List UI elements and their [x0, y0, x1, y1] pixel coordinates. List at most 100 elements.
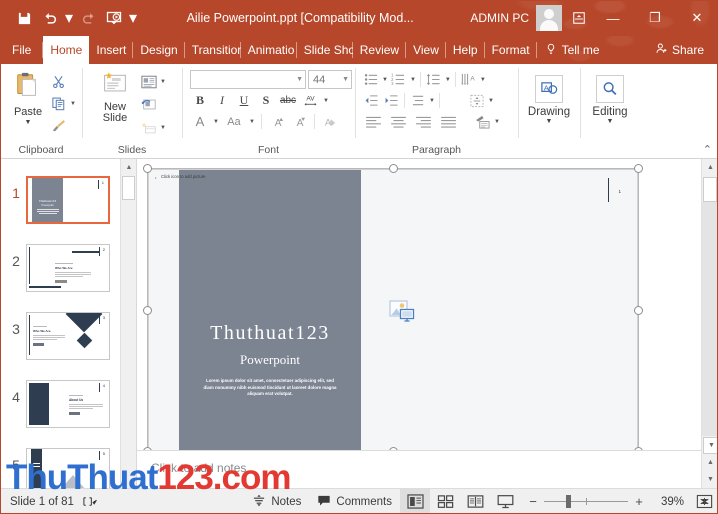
- zoom-out-button[interactable]: −: [526, 494, 540, 509]
- tab-animations[interactable]: Animatio: [241, 36, 297, 64]
- increase-font-size-button[interactable]: A: [267, 112, 287, 131]
- decrease-indent-button[interactable]: [361, 91, 381, 110]
- editing-caret[interactable]: ▼: [607, 118, 614, 126]
- underline-button[interactable]: U: [234, 91, 254, 110]
- font-size-caret[interactable]: ▼: [338, 76, 349, 83]
- slide-thumbnail-3[interactable]: Who We Are 3: [26, 312, 110, 360]
- previous-slide-icon[interactable]: ▲: [702, 454, 718, 471]
- slide-title[interactable]: Thuthuat123: [181, 322, 359, 345]
- notes-pane[interactable]: Click to add notes: [137, 450, 701, 488]
- slide-thumbnail-1[interactable]: Thuthuat123 Powerpoint 1: [26, 176, 110, 224]
- normal-view-icon[interactable]: [400, 488, 430, 514]
- picture-placeholder-icon[interactable]: [389, 300, 415, 329]
- section-button[interactable]: [138, 117, 159, 138]
- thumbnail-scroll-thumb[interactable]: [122, 176, 135, 200]
- slide-counter[interactable]: Slide 1 of 81: [0, 496, 74, 508]
- character-spacing-button[interactable]: AV: [300, 91, 320, 110]
- align-text-button[interactable]: [408, 91, 428, 110]
- paste-caret[interactable]: ▼: [25, 119, 32, 126]
- align-left-button[interactable]: [361, 112, 386, 131]
- undo-icon[interactable]: [38, 6, 62, 30]
- reading-view-icon[interactable]: [460, 489, 490, 514]
- align-center-button[interactable]: [386, 112, 411, 131]
- convert-to-smartart-caret[interactable]: ▼: [493, 119, 501, 125]
- text-box-align-caret[interactable]: ▼: [487, 98, 495, 104]
- clear-formatting-button[interactable]: A: [320, 112, 340, 131]
- tab-file[interactable]: File: [0, 36, 44, 64]
- thumbnail-scroll-up-icon[interactable]: ▲: [121, 159, 136, 175]
- font-color-caret[interactable]: ▼: [212, 119, 220, 125]
- slide-vertical-scrollbar[interactable]: ▲ ▼ ▲ ▼: [701, 159, 718, 488]
- font-color-button[interactable]: A: [190, 112, 210, 131]
- copy-button[interactable]: [48, 93, 69, 114]
- tab-view[interactable]: View: [406, 36, 446, 64]
- tab-transitions[interactable]: Transitior: [185, 36, 241, 64]
- numbering-button[interactable]: 123: [389, 70, 409, 89]
- slide-thumbnail-5[interactable]: 5: [26, 448, 110, 488]
- copy-caret[interactable]: ▼: [69, 101, 77, 107]
- zoom-slider-thumb[interactable]: [566, 495, 571, 508]
- thumbnail-row-1[interactable]: 1 Thuthuat123 Powerpoint 1: [0, 167, 120, 235]
- tab-review[interactable]: Review: [353, 36, 407, 64]
- share-button[interactable]: Share: [647, 36, 712, 64]
- slide-thumbnail-4[interactable]: About Us 4: [26, 380, 110, 428]
- scrollbar-thumb[interactable]: [703, 177, 717, 202]
- thumbnail-row-5[interactable]: 5 5: [0, 439, 120, 488]
- reset-button[interactable]: [138, 94, 159, 115]
- tab-home[interactable]: Home: [43, 36, 90, 64]
- tab-help[interactable]: Help: [446, 36, 485, 64]
- zoom-in-button[interactable]: +: [632, 494, 646, 509]
- selected-slide-frame[interactable]: • Click icon to add picture Thuthuat123 …: [143, 164, 643, 456]
- save-icon[interactable]: [12, 6, 36, 30]
- spell-check-icon[interactable]: [74, 489, 105, 514]
- tab-format[interactable]: Format: [485, 36, 537, 64]
- text-direction-button[interactable]: A: [459, 70, 479, 89]
- maximize-button[interactable]: ❐: [634, 0, 676, 36]
- font-size-combobox[interactable]: 44 ▼: [308, 70, 352, 89]
- zoom-slider[interactable]: [544, 493, 628, 510]
- line-spacing-caret[interactable]: ▼: [444, 77, 452, 83]
- drawing-caret[interactable]: ▼: [546, 118, 553, 126]
- bullets-caret[interactable]: ▼: [381, 77, 389, 83]
- redo-icon[interactable]: [76, 6, 100, 30]
- convert-to-smartart-button[interactable]: [473, 112, 493, 131]
- resize-handle-middle-left[interactable]: [143, 306, 152, 315]
- zoom-percent[interactable]: 39%: [650, 496, 684, 508]
- undo-dropdown-caret[interactable]: ▾: [64, 6, 74, 30]
- layout-button[interactable]: [138, 71, 159, 92]
- paste-button[interactable]: Paste ▼: [8, 69, 48, 126]
- close-button[interactable]: ✕: [676, 0, 718, 36]
- text-shadow-button[interactable]: S: [256, 91, 276, 110]
- character-spacing-caret[interactable]: ▼: [322, 98, 330, 104]
- justify-button[interactable]: [436, 112, 461, 131]
- layout-caret[interactable]: ▼: [159, 79, 167, 85]
- align-right-button[interactable]: [411, 112, 436, 131]
- resize-handle-top-center[interactable]: [389, 164, 398, 173]
- tab-insert[interactable]: Insert: [89, 36, 134, 64]
- fit-to-window-icon[interactable]: [690, 489, 718, 514]
- thumbnail-row-2[interactable]: 2 Who We Are 2: [0, 235, 120, 303]
- collapse-ribbon-button[interactable]: ⌃: [703, 143, 712, 156]
- start-presentation-icon[interactable]: [102, 6, 126, 30]
- format-painter-button[interactable]: [48, 115, 69, 136]
- section-caret[interactable]: ▼: [159, 125, 167, 131]
- editing-group-button[interactable]: Editing ▼: [585, 69, 635, 126]
- minimize-button[interactable]: —: [592, 0, 634, 36]
- text-direction-caret[interactable]: ▼: [479, 77, 487, 83]
- avatar[interactable]: [536, 5, 562, 31]
- notes-button[interactable]: Notes: [244, 489, 309, 514]
- comments-button[interactable]: Comments: [309, 489, 400, 514]
- font-name-caret[interactable]: ▼: [292, 76, 303, 83]
- align-text-caret[interactable]: ▼: [428, 98, 436, 104]
- change-case-caret[interactable]: ▼: [248, 119, 256, 125]
- increase-indent-button[interactable]: [381, 91, 401, 110]
- new-slide-button[interactable]: New Slide: [92, 69, 138, 124]
- numbering-caret[interactable]: ▼: [409, 77, 417, 83]
- text-box-align-button[interactable]: [467, 91, 487, 110]
- italic-button[interactable]: I: [212, 91, 232, 110]
- scrollbar-track[interactable]: [702, 202, 718, 436]
- resize-handle-middle-right[interactable]: [634, 306, 643, 315]
- font-name-combobox[interactable]: ▼: [190, 70, 306, 89]
- decrease-font-size-button[interactable]: A: [289, 112, 309, 131]
- tell-me-box[interactable]: Tell me: [537, 36, 608, 64]
